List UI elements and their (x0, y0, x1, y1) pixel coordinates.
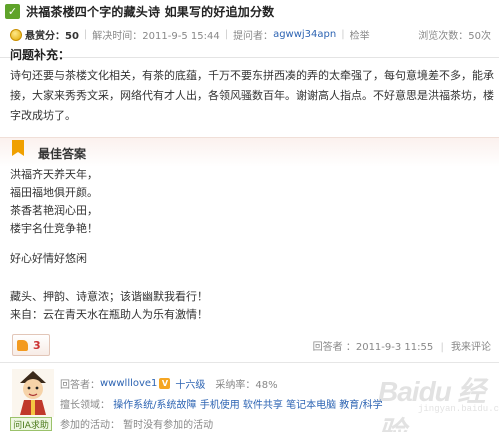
coin-icon (10, 28, 22, 41)
baidu-watermark: Baidu 经验 jingyan.baidu.com (378, 370, 499, 432)
view-count: 浏览次数：50次 (418, 31, 491, 42)
answer-time: 回答者 ：2011-9-3 11:55 (312, 342, 434, 353)
divider (0, 362, 499, 363)
like-button[interactable]: 3 (12, 334, 50, 356)
avatar[interactable] (12, 369, 54, 417)
answerer-label: 回答者： (60, 380, 100, 391)
question-title-row: ✓ 洪福茶楼四个字的藏头诗 如果写的好追加分数 (5, 3, 274, 20)
verified-icon: V (159, 378, 171, 389)
field-label: 擅长领域： (60, 400, 110, 411)
separator: | (224, 29, 229, 40)
question-header: ✓ 洪福茶楼四个字的藏头诗 如果写的好追加分数 悬赏分：50 | 解决时间：20… (0, 0, 499, 58)
answer-meta: 回答者 ：2011-9-3 11:55 | 我来评论 (313, 338, 491, 353)
best-answer-title: 最佳答案 (38, 147, 87, 161)
answer-line: 来自：云在青天水在瓶助人为乐有激情！ (10, 308, 208, 321)
answerer-info: 回答者： wwwlllove1 V 十六级 采纳率：48% (60, 376, 278, 391)
answer-line: 福田福地俱开颜。 (10, 186, 98, 199)
help-badge[interactable]: 问IA求助 (10, 417, 52, 431)
report-link[interactable]: 检举 (350, 27, 370, 42)
thumbs-up-icon (17, 339, 28, 351)
reward: 悬赏分：50 (25, 31, 79, 42)
expertise-row: 擅长领域： 操作系统/系统故障 手机使用 软件共享 笔记本电脑 教育/科学 (60, 396, 383, 411)
answer-line: 好心好情好悠闲 (10, 252, 87, 265)
question-title: 洪福茶楼四个字的藏头诗 如果写的好追加分数 (26, 5, 275, 19)
answer-line: 洪福齐天养天年， (10, 168, 98, 181)
comment-link[interactable]: 我来评论 (451, 342, 491, 353)
solve-time: 解决时间：2011-9-5 15:44 (92, 31, 220, 42)
question-meta: 悬赏分：50 | 解决时间：2011-9-5 15:44 | 提问者： agww… (10, 27, 370, 42)
supplement-text: 诗句还要与茶楼文化相关，有茶的底蕴，千万不要东拼西凑的弄的太牵强了，每句意境差不… (10, 69, 494, 122)
asker-label: 提问者： (233, 31, 274, 42)
adopt-rate: 采纳率：48% (215, 380, 278, 391)
separator: | (83, 29, 88, 40)
activity-row: 参加的活动： 暂时没有参加的活动 (60, 420, 214, 431)
separator: | (341, 29, 345, 40)
asker-link[interactable]: agwwj34apn (273, 29, 336, 40)
watermark-url: jingyan.baidu.com (418, 404, 499, 414)
answerer-level[interactable]: 十六级 (175, 376, 205, 391)
separator: | (440, 342, 444, 353)
answer-line: 茶香茗艳润心田， (10, 204, 98, 217)
expertise-links[interactable]: 操作系统/系统故障 手机使用 软件共享 笔记本电脑 教育/科学 (113, 400, 382, 411)
watermark-brand: Baidu 经验 (378, 376, 486, 432)
check-icon: ✓ (5, 4, 20, 19)
answerer-name[interactable]: wwwlllove1 (100, 378, 157, 389)
supplement-title: 问题补充： (10, 48, 71, 62)
answer-line: 楼宇名仕竞争艳！ (10, 222, 98, 235)
like-count: 3 (33, 338, 41, 352)
answer-line: 藏头、押韵、诗意浓；该谐幽默我看行！ (10, 290, 208, 303)
